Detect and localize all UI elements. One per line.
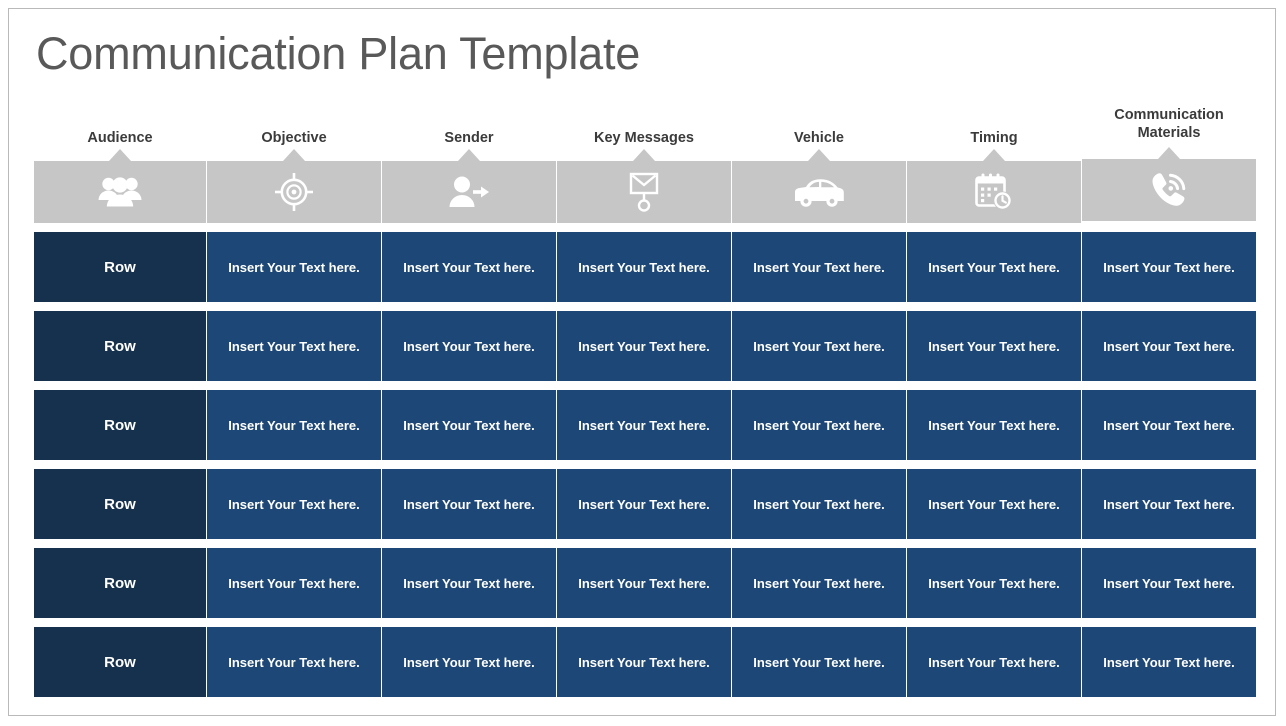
column-header-label: Vehicle <box>794 130 844 146</box>
column-header-sender[interactable]: Sender <box>382 101 556 223</box>
table-cell-audience[interactable]: Insert Your Text here. <box>207 232 381 302</box>
table-cell-timing[interactable]: Insert Your Text here. <box>1082 627 1256 697</box>
column-header-key-messages[interactable]: Key Messages <box>557 101 731 223</box>
column-header-communication-materials[interactable]: Communication Materials <box>1082 101 1256 223</box>
table-cell-timing[interactable]: Insert Your Text here. <box>1082 232 1256 302</box>
table-cell-sender[interactable]: Insert Your Text here. <box>557 548 731 618</box>
table-row: Row Insert Your Text here. Insert Your T… <box>34 390 1256 460</box>
table-cell-key-messages[interactable]: Insert Your Text here. <box>732 311 906 381</box>
table-cell-timing[interactable]: Insert Your Text here. <box>1082 390 1256 460</box>
table-cell-sender[interactable]: Insert Your Text here. <box>557 390 731 460</box>
table-cell-objective[interactable]: Insert Your Text here. <box>382 627 556 697</box>
person-arrow-icon <box>448 175 490 209</box>
column-header-label: Audience <box>87 130 153 146</box>
envelope-pin-icon <box>627 171 661 213</box>
column-icon-box <box>382 161 556 223</box>
table-row: Row Insert Your Text here. Insert Your T… <box>34 311 1256 381</box>
table-cell-audience[interactable]: Insert Your Text here. <box>207 390 381 460</box>
table-cell-vehicle[interactable]: Insert Your Text here. <box>907 390 1081 460</box>
table-row: Row Insert Your Text here. Insert Your T… <box>34 548 1256 618</box>
row-label-cell[interactable]: Row <box>34 469 206 539</box>
column-header-audience[interactable]: Audience <box>34 101 206 223</box>
table-cell-objective[interactable]: Insert Your Text here. <box>382 390 556 460</box>
table-row: Row Insert Your Text here. Insert Your T… <box>34 627 1256 697</box>
column-header-label: Sender <box>444 130 494 146</box>
header-notch <box>557 149 731 161</box>
table-cell-sender[interactable]: Insert Your Text here. <box>557 232 731 302</box>
car-icon <box>793 176 845 208</box>
header-notch <box>907 149 1081 161</box>
table-cell-audience[interactable]: Insert Your Text here. <box>207 311 381 381</box>
column-icon-box <box>207 161 381 223</box>
table-cell-vehicle[interactable]: Insert Your Text here. <box>907 627 1081 697</box>
column-icon-box <box>732 161 906 223</box>
calendar-clock-icon <box>974 172 1014 212</box>
table-cell-vehicle[interactable]: Insert Your Text here. <box>907 232 1081 302</box>
column-header-vehicle[interactable]: Vehicle <box>732 101 906 223</box>
table-cell-audience[interactable]: Insert Your Text here. <box>207 548 381 618</box>
table-cell-vehicle[interactable]: Insert Your Text here. <box>907 469 1081 539</box>
header-notch <box>1082 147 1256 159</box>
table-cell-objective[interactable]: Insert Your Text here. <box>382 232 556 302</box>
table-row: Row Insert Your Text here. Insert Your T… <box>34 469 1256 539</box>
header-notch <box>34 149 206 161</box>
people-group-icon <box>98 175 142 209</box>
column-header-timing[interactable]: Timing <box>907 101 1081 223</box>
table-cell-timing[interactable]: Insert Your Text here. <box>1082 548 1256 618</box>
row-label-cell[interactable]: Row <box>34 390 206 460</box>
table-body: Row Insert Your Text here. Insert Your T… <box>34 232 1256 697</box>
column-header-objective[interactable]: Objective <box>207 101 381 223</box>
column-header-label: Key Messages <box>594 130 694 146</box>
table-cell-audience[interactable]: Insert Your Text here. <box>207 469 381 539</box>
row-label-cell[interactable]: Row <box>34 232 206 302</box>
column-header-label: Communication Materials <box>1114 107 1224 141</box>
table-cell-objective[interactable]: Insert Your Text here. <box>382 469 556 539</box>
table-cell-timing[interactable]: Insert Your Text here. <box>1082 469 1256 539</box>
page-title: Communication Plan Template <box>36 28 641 79</box>
row-label-cell[interactable]: Row <box>34 311 206 381</box>
column-icon-box <box>34 161 206 223</box>
table-cell-sender[interactable]: Insert Your Text here. <box>557 627 731 697</box>
target-crosshair-icon <box>275 173 313 211</box>
table-header-row: Audience Objective Sender Key Messages V… <box>34 101 1256 223</box>
slide-canvas: Communication Plan Template Audience Obj… <box>8 8 1276 716</box>
table-row: Row Insert Your Text here. Insert Your T… <box>34 232 1256 302</box>
table-cell-key-messages[interactable]: Insert Your Text here. <box>732 548 906 618</box>
row-label-cell[interactable]: Row <box>34 627 206 697</box>
table-cell-key-messages[interactable]: Insert Your Text here. <box>732 390 906 460</box>
column-icon-box <box>907 161 1081 223</box>
table-cell-sender[interactable]: Insert Your Text here. <box>557 469 731 539</box>
table-cell-key-messages[interactable]: Insert Your Text here. <box>732 627 906 697</box>
table-cell-objective[interactable]: Insert Your Text here. <box>382 311 556 381</box>
header-notch <box>732 149 906 161</box>
communication-plan-table: Audience Objective Sender Key Messages V… <box>34 101 1256 697</box>
table-cell-objective[interactable]: Insert Your Text here. <box>382 548 556 618</box>
table-cell-key-messages[interactable]: Insert Your Text here. <box>732 469 906 539</box>
row-label-cell[interactable]: Row <box>34 548 206 618</box>
header-notch <box>382 149 556 161</box>
table-cell-vehicle[interactable]: Insert Your Text here. <box>907 311 1081 381</box>
table-cell-key-messages[interactable]: Insert Your Text here. <box>732 232 906 302</box>
table-cell-sender[interactable]: Insert Your Text here. <box>557 311 731 381</box>
table-cell-audience[interactable]: Insert Your Text here. <box>207 627 381 697</box>
column-header-label: Timing <box>970 130 1018 146</box>
table-cell-timing[interactable]: Insert Your Text here. <box>1082 311 1256 381</box>
column-icon-box <box>557 161 731 223</box>
phone-waves-icon <box>1149 170 1189 210</box>
header-notch <box>207 149 381 161</box>
column-icon-box <box>1082 159 1256 221</box>
column-header-label: Objective <box>261 130 327 146</box>
table-cell-vehicle[interactable]: Insert Your Text here. <box>907 548 1081 618</box>
